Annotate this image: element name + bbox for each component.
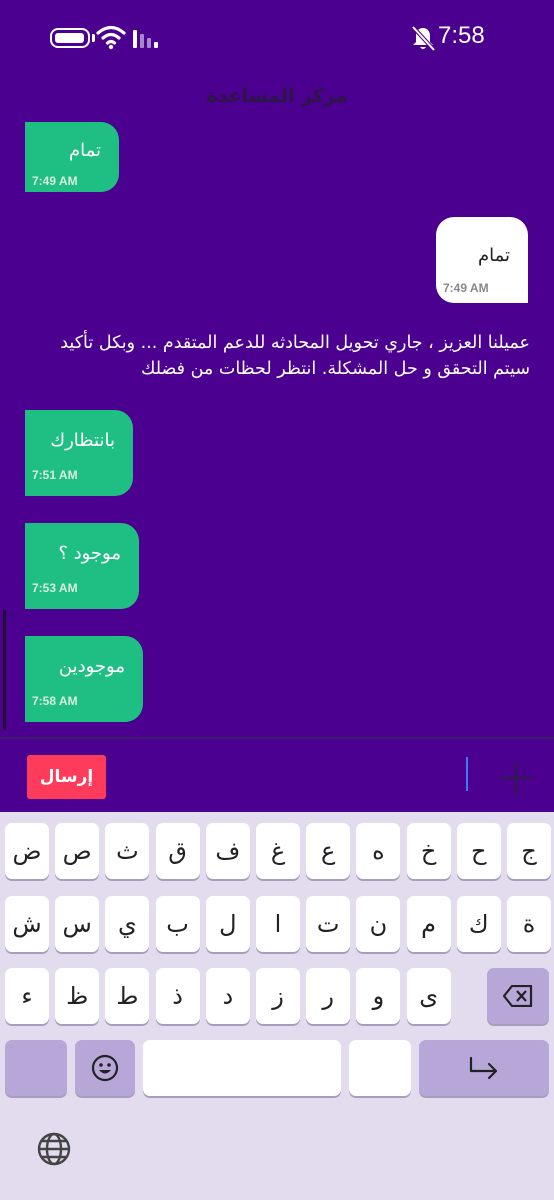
key-29[interactable]: ر	[306, 968, 351, 1024]
backspace-key[interactable]	[487, 968, 549, 1024]
key-1[interactable]: ض	[5, 823, 49, 879]
message-bubble: تمام 7:49 AM	[25, 122, 119, 192]
key-7[interactable]: ع	[306, 823, 351, 879]
signal-icon	[133, 28, 163, 48]
numbers-key[interactable]	[5, 1040, 67, 1096]
page-title: مركز المساعدة	[206, 85, 348, 107]
key-6[interactable]: غ	[256, 823, 300, 879]
message-text: تمام	[68, 140, 101, 161]
key-14[interactable]: ي	[105, 896, 150, 952]
wifi-icon	[96, 25, 126, 50]
message-text: موجودين	[58, 656, 125, 677]
key-30[interactable]: و	[356, 968, 401, 1024]
key-17[interactable]: ا	[256, 896, 300, 952]
message-text: موجود ؟	[58, 543, 121, 564]
text-cursor	[466, 757, 468, 791]
key-15[interactable]: ب	[155, 896, 200, 952]
add-attachment-icon[interactable]	[500, 762, 532, 794]
backspace-icon	[503, 985, 533, 1007]
key-27[interactable]: د	[205, 968, 250, 1024]
system-message: عميلنا العزيز ، جاري تحويل المحادثه للدع…	[60, 333, 530, 379]
message-text: تمام	[477, 245, 510, 266]
key-20[interactable]: م	[406, 896, 451, 952]
message-time: 7:53 AM	[32, 581, 78, 595]
space-key[interactable]	[143, 1040, 341, 1096]
key-10[interactable]: ح	[456, 823, 501, 879]
message-time: 7:49 AM	[32, 174, 78, 188]
battery-icon	[50, 28, 90, 48]
key-8[interactable]: ه	[356, 823, 401, 879]
key-11[interactable]: ج	[507, 823, 551, 879]
message-time: 7:58 AM	[32, 694, 78, 708]
key-19[interactable]: ن	[356, 896, 401, 952]
key-18[interactable]: ت	[306, 896, 351, 952]
divider	[0, 737, 554, 739]
key-24[interactable]: ظ	[55, 968, 100, 1024]
return-icon	[469, 1056, 498, 1080]
tanween-key[interactable]	[349, 1040, 411, 1096]
clock: 7:58	[438, 22, 485, 49]
battery-tip	[92, 34, 95, 42]
key-28[interactable]: ز	[256, 968, 300, 1024]
key-22[interactable]: ة	[507, 896, 551, 952]
key-16[interactable]: ل	[205, 896, 250, 952]
key-2[interactable]: ص	[55, 823, 100, 879]
key-25[interactable]: ط	[105, 968, 150, 1024]
chat-messages[interactable]: تمام 7:49 AM تمام 7:49 AM عميلنا العزيز …	[0, 110, 554, 735]
message-bubble: موجود ؟ 7:53 AM	[25, 523, 139, 609]
key-4[interactable]: ق	[155, 823, 200, 879]
scrollbar[interactable]	[3, 610, 6, 730]
bell-muted-icon	[411, 25, 436, 52]
send-button[interactable]: إرسال	[27, 755, 106, 799]
return-key[interactable]	[419, 1040, 549, 1096]
message-bubble: موجودين 7:58 AM	[25, 636, 143, 722]
message-text: بانتظارك	[50, 430, 115, 451]
key-9[interactable]: خ	[406, 823, 451, 879]
message-time: 7:49 AM	[443, 281, 489, 295]
key-31[interactable]: ى	[406, 968, 451, 1024]
key-13[interactable]: س	[55, 896, 100, 952]
message-bubble: تمام 7:49 AM	[436, 217, 528, 303]
key-3[interactable]: ث	[105, 823, 150, 879]
message-time: 7:51 AM	[32, 468, 78, 482]
message-bubble: بانتظارك 7:51 AM	[25, 410, 133, 496]
key-21[interactable]: ك	[456, 896, 501, 952]
status-bar: 7:58	[0, 0, 554, 76]
globe-icon[interactable]	[36, 1131, 72, 1167]
key-26[interactable]: ذ	[155, 968, 200, 1024]
key-23[interactable]: ء	[5, 968, 49, 1024]
key-5[interactable]: ف	[205, 823, 250, 879]
emoji-key[interactable]	[75, 1040, 135, 1096]
key-12[interactable]: ش	[5, 896, 49, 952]
message-composer[interactable]: إرسال	[0, 740, 554, 812]
emoji-icon	[91, 1054, 119, 1082]
